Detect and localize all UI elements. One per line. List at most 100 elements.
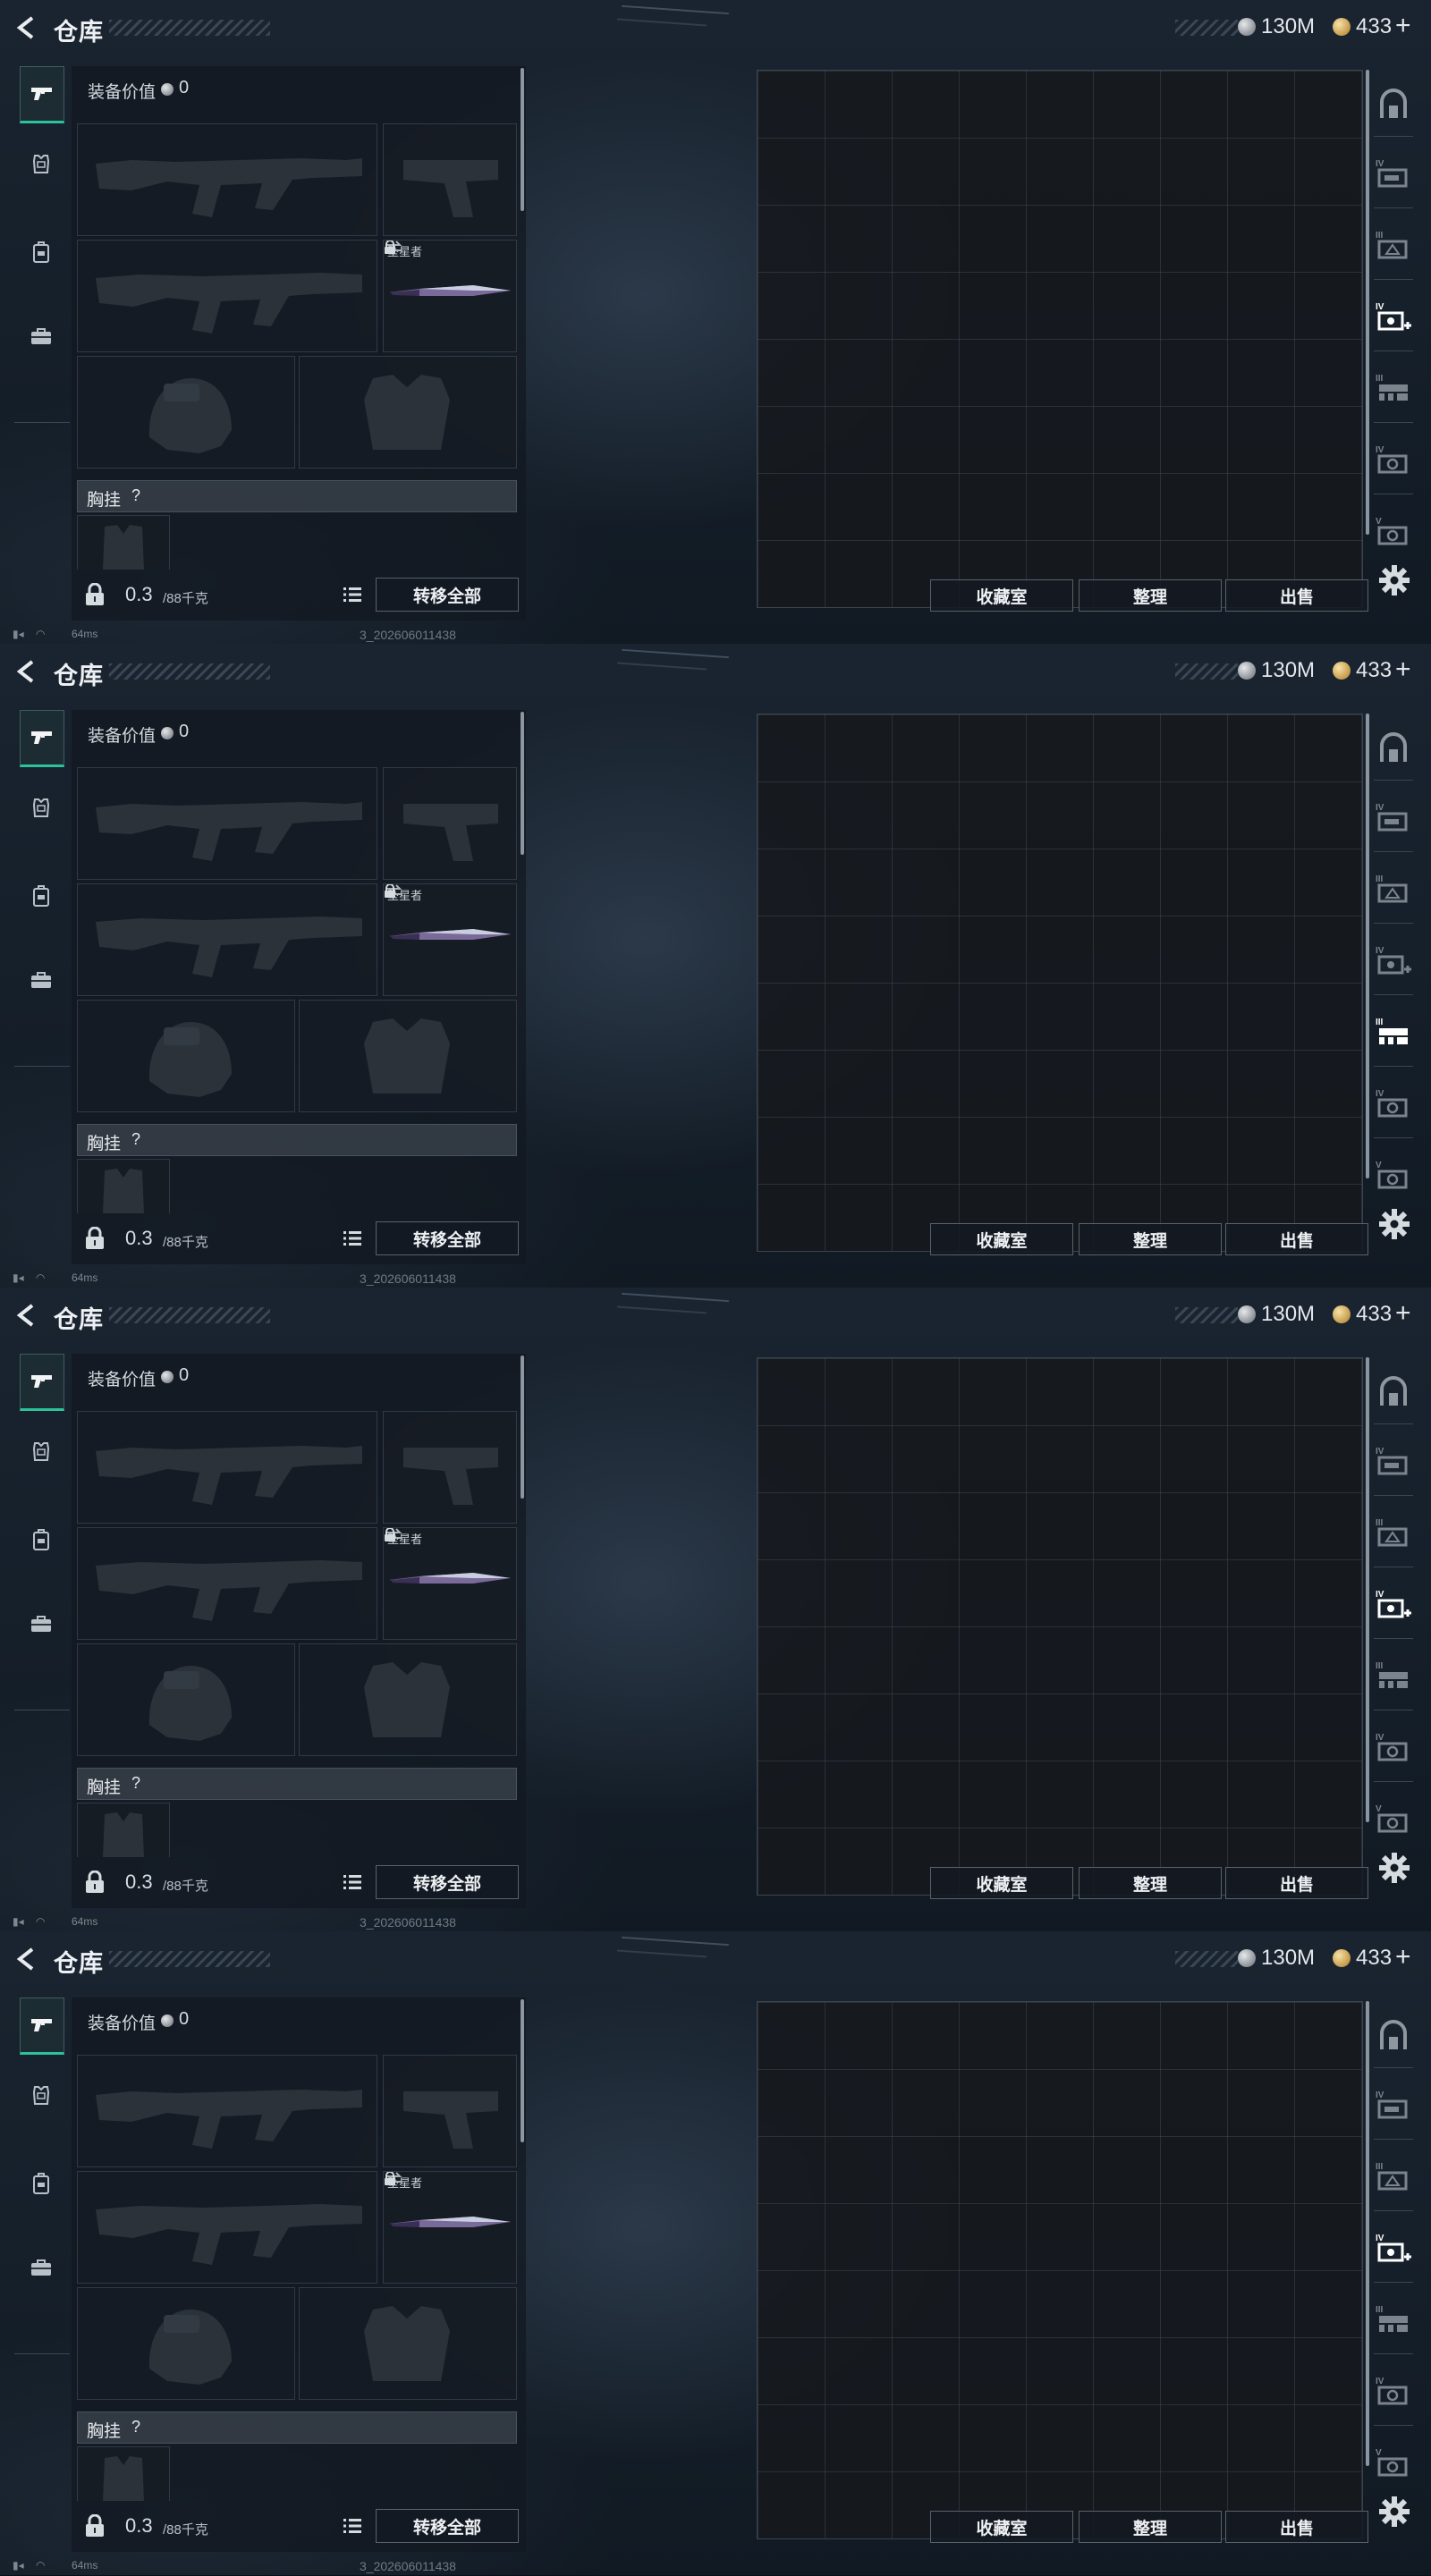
body-armor-slot[interactable] (299, 2287, 517, 2400)
primary-weapon-slot[interactable] (77, 123, 377, 236)
secondary-weapon-slot[interactable] (383, 123, 517, 236)
equipment-scrollbar[interactable] (521, 1356, 524, 1499)
secondary-rifle-slot[interactable] (77, 883, 377, 996)
chest-rig-slot[interactable] (77, 2446, 170, 2501)
side-tab-safe-icon[interactable] (1374, 730, 1413, 769)
list-icon[interactable] (342, 585, 363, 604)
storage-grid[interactable] (757, 714, 1363, 1252)
side-tab-medkit-icon[interactable]: III (1374, 871, 1413, 910)
storage-grid[interactable] (757, 2001, 1363, 2539)
chest-rig-slot[interactable] (77, 515, 170, 570)
secondary-rifle-slot[interactable] (77, 1527, 377, 1640)
settings-gear-icon[interactable] (1377, 1851, 1411, 1885)
chest-rig-header[interactable]: 胸挂 ? (77, 1768, 517, 1800)
tab-case[interactable] (20, 1597, 63, 1651)
secondary-weapon-slot[interactable] (383, 2055, 517, 2167)
tab-armor[interactable] (20, 1425, 63, 1479)
side-tab-gear-case-icon[interactable]: IV (1374, 2373, 1413, 2412)
body-armor-slot[interactable] (299, 1000, 517, 1112)
add-currency-button[interactable]: + (1395, 11, 1411, 41)
side-tab-mag-box-icon[interactable]: III (1374, 1658, 1413, 1697)
side-tab-case-plus-icon[interactable]: IV (1374, 1586, 1413, 1626)
list-icon[interactable] (342, 1872, 363, 1892)
collection-room-button[interactable]: 收藏室 (930, 1867, 1073, 1899)
equipment-scrollbar[interactable] (521, 1999, 524, 2142)
tab-armor[interactable] (20, 138, 63, 191)
melee-slot[interactable]: 坠星者 (383, 883, 517, 996)
primary-weapon-slot[interactable] (77, 1411, 377, 1524)
storage-scrollbar[interactable] (1366, 714, 1369, 1178)
sell-button[interactable]: 出售 (1225, 579, 1368, 612)
transfer-all-button[interactable]: 转移全部 (376, 1221, 519, 1255)
equipment-scrollbar[interactable] (521, 68, 524, 211)
body-armor-slot[interactable] (299, 356, 517, 469)
chest-rig-header[interactable]: 胸挂 ? (77, 1124, 517, 1156)
collection-room-button[interactable]: 收藏室 (930, 2511, 1073, 2543)
settings-gear-icon[interactable] (1377, 563, 1411, 597)
chest-rig-slot[interactable] (77, 1803, 170, 1857)
side-tab-mag-box-icon[interactable]: III (1374, 2302, 1413, 2341)
tab-weapons[interactable] (20, 66, 64, 123)
tab-backpack[interactable] (20, 225, 63, 279)
organize-button[interactable]: 整理 (1079, 2511, 1222, 2543)
side-tab-mag-box-icon[interactable]: III (1374, 1014, 1413, 1053)
primary-weapon-slot[interactable] (77, 767, 377, 880)
transfer-all-button[interactable]: 转移全部 (376, 578, 519, 612)
back-arrow-icon[interactable] (11, 13, 41, 43)
side-tab-case-plus-icon[interactable]: IV (1374, 942, 1413, 982)
help-icon[interactable]: ? (131, 1774, 140, 1793)
sell-button[interactable]: 出售 (1225, 2511, 1368, 2543)
side-tab-safe-icon[interactable] (1374, 2017, 1413, 2057)
secondary-rifle-slot[interactable] (77, 2171, 377, 2284)
equipment-scrollbar[interactable] (521, 712, 524, 855)
tab-armor[interactable] (20, 781, 63, 835)
tab-armor[interactable] (20, 2069, 63, 2123)
side-tab-gear-case-icon[interactable]: IV (1374, 442, 1413, 481)
side-tab-v-case-icon[interactable]: V (1374, 513, 1413, 553)
helmet-slot[interactable] (77, 356, 295, 469)
helmet-slot[interactable] (77, 1643, 295, 1756)
storage-scrollbar[interactable] (1366, 1357, 1369, 1822)
organize-button[interactable]: 整理 (1079, 579, 1222, 612)
transfer-all-button[interactable]: 转移全部 (376, 1865, 519, 1899)
sell-button[interactable]: 出售 (1225, 1223, 1368, 1255)
tab-backpack[interactable] (20, 2157, 63, 2210)
storage-grid[interactable] (757, 70, 1363, 608)
add-currency-button[interactable]: + (1395, 1942, 1411, 1972)
helmet-slot[interactable] (77, 1000, 295, 1112)
side-tab-gear-case-icon[interactable]: IV (1374, 1085, 1413, 1125)
secondary-weapon-slot[interactable] (383, 1411, 517, 1524)
tab-weapons[interactable] (20, 710, 64, 767)
side-tab-medkit-icon[interactable]: III (1374, 1515, 1413, 1554)
tab-case[interactable] (20, 309, 63, 363)
side-tab-medkit-icon[interactable]: III (1374, 227, 1413, 266)
chest-rig-header[interactable]: 胸挂 ? (77, 2411, 517, 2444)
tab-weapons[interactable] (20, 1354, 64, 1411)
side-tab-v-case-icon[interactable]: V (1374, 1157, 1413, 1196)
list-icon[interactable] (342, 1229, 363, 1248)
storage-scrollbar[interactable] (1366, 2001, 1369, 2466)
tab-weapons[interactable] (20, 1997, 64, 2055)
organize-button[interactable]: 整理 (1079, 1223, 1222, 1255)
side-tab-mag-box-icon[interactable]: III (1374, 370, 1413, 410)
storage-grid[interactable] (757, 1357, 1363, 1896)
side-tab-ammo-box-icon[interactable]: IV (1374, 1443, 1413, 1482)
add-currency-button[interactable]: + (1395, 1298, 1411, 1329)
transfer-all-button[interactable]: 转移全部 (376, 2509, 519, 2543)
back-arrow-icon[interactable] (11, 656, 41, 687)
side-tab-safe-icon[interactable] (1374, 86, 1413, 125)
side-tab-safe-icon[interactable] (1374, 1373, 1413, 1413)
help-icon[interactable]: ? (131, 2418, 140, 2437)
tab-backpack[interactable] (20, 869, 63, 923)
settings-gear-icon[interactable] (1377, 2495, 1411, 2529)
melee-slot[interactable]: 坠星者 (383, 2171, 517, 2284)
side-tab-gear-case-icon[interactable]: IV (1374, 1729, 1413, 1769)
storage-scrollbar[interactable] (1366, 70, 1369, 535)
secondary-weapon-slot[interactable] (383, 767, 517, 880)
chest-rig-slot[interactable] (77, 1159, 170, 1213)
collection-room-button[interactable]: 收藏室 (930, 1223, 1073, 1255)
tab-backpack[interactable] (20, 1513, 63, 1567)
melee-slot[interactable]: 坠星者 (383, 1527, 517, 1640)
tab-case[interactable] (20, 953, 63, 1007)
side-tab-ammo-box-icon[interactable]: IV (1374, 156, 1413, 195)
